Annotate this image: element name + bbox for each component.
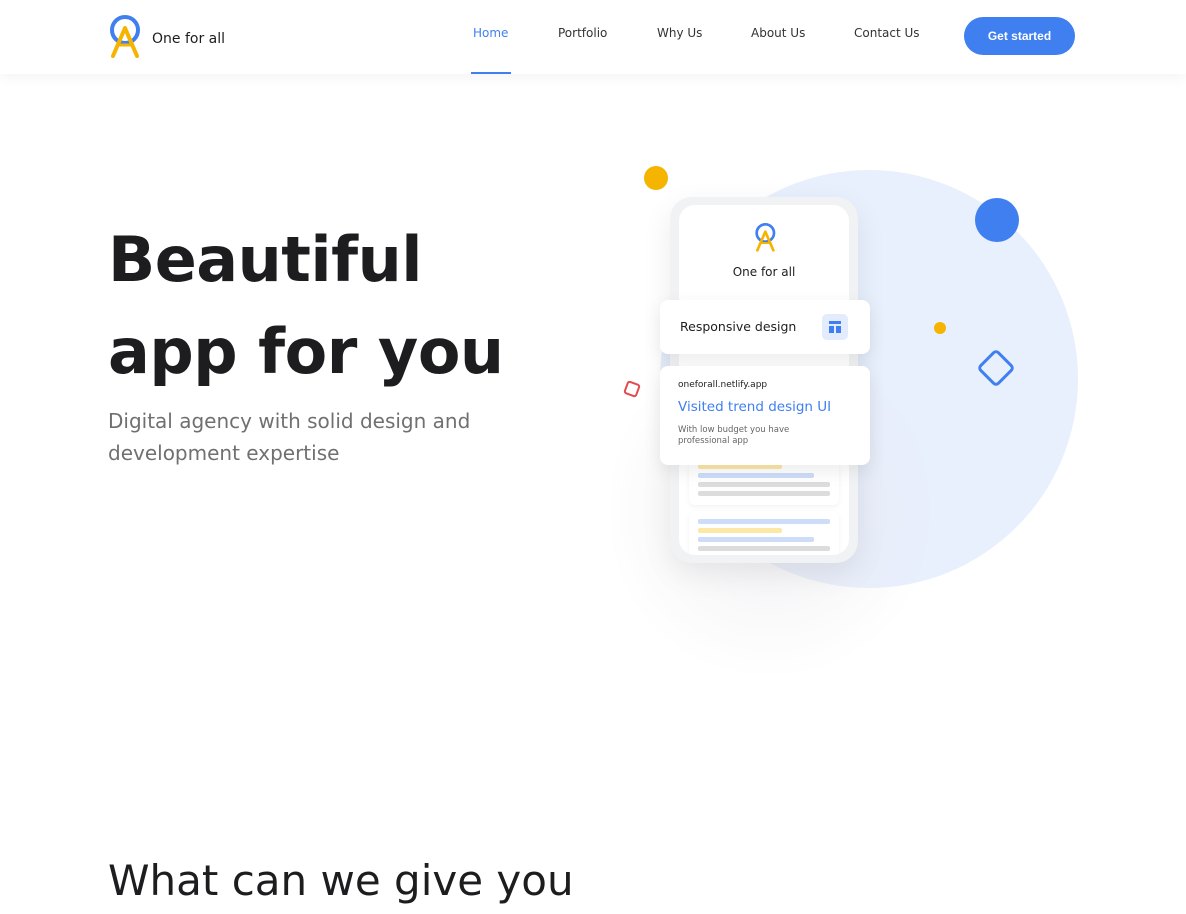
placeholder-line — [698, 537, 814, 542]
hero-title-line-1: Beautiful — [108, 223, 423, 296]
phone-content-block-2 — [689, 511, 839, 555]
info-card-title: Visited trend design UI — [678, 399, 832, 415]
layout-icon — [822, 314, 848, 340]
info-card: oneforall.netlify.app Visited trend desi… — [660, 366, 870, 465]
site-header: One for all Home Portfolio Why Us About … — [0, 0, 1186, 74]
placeholder-line — [698, 491, 830, 496]
phone-brand-name: One for all — [732, 265, 796, 279]
info-card-url: oneforall.netlify.app — [678, 380, 768, 390]
one-for-all-logo — [110, 15, 140, 58]
info-card-text: With low budget you have professional ap… — [678, 425, 790, 446]
phone-content-block-1 — [689, 461, 839, 505]
brand[interactable]: One for all — [108, 14, 225, 58]
blue-dot-decoration — [975, 198, 1019, 242]
section-title: What can we give you — [108, 856, 574, 905]
yellow-dot-decoration — [644, 166, 668, 190]
placeholder-line — [698, 482, 830, 487]
phone-logo-icon — [755, 223, 776, 252]
placeholder-line — [698, 473, 814, 478]
placeholder-line — [698, 519, 830, 524]
feature-card-label: Responsive design — [680, 319, 797, 334]
placeholder-line — [698, 546, 830, 551]
hero-subtitle: Digital agency with solid design and dev… — [108, 409, 471, 465]
nav-home[interactable]: Home — [473, 26, 508, 40]
hero-title-line-2: app for you — [108, 315, 504, 388]
nav-active-indicator — [471, 72, 511, 74]
red-square-decoration — [623, 380, 641, 398]
small-yellow-dot-decoration — [934, 322, 946, 334]
get-started-button[interactable]: Get started — [964, 17, 1075, 55]
hero-title: Beautiful app for you — [108, 214, 578, 398]
brand-name: One for all — [152, 31, 226, 47]
feature-card: Responsive design — [660, 300, 870, 354]
nav-why-us[interactable]: Why Us — [657, 26, 702, 40]
nav-contact-us[interactable]: Contact Us — [854, 26, 920, 40]
placeholder-line — [698, 528, 782, 533]
nav-portfolio[interactable]: Portfolio — [558, 26, 607, 40]
nav-about-us[interactable]: About Us — [751, 26, 805, 40]
